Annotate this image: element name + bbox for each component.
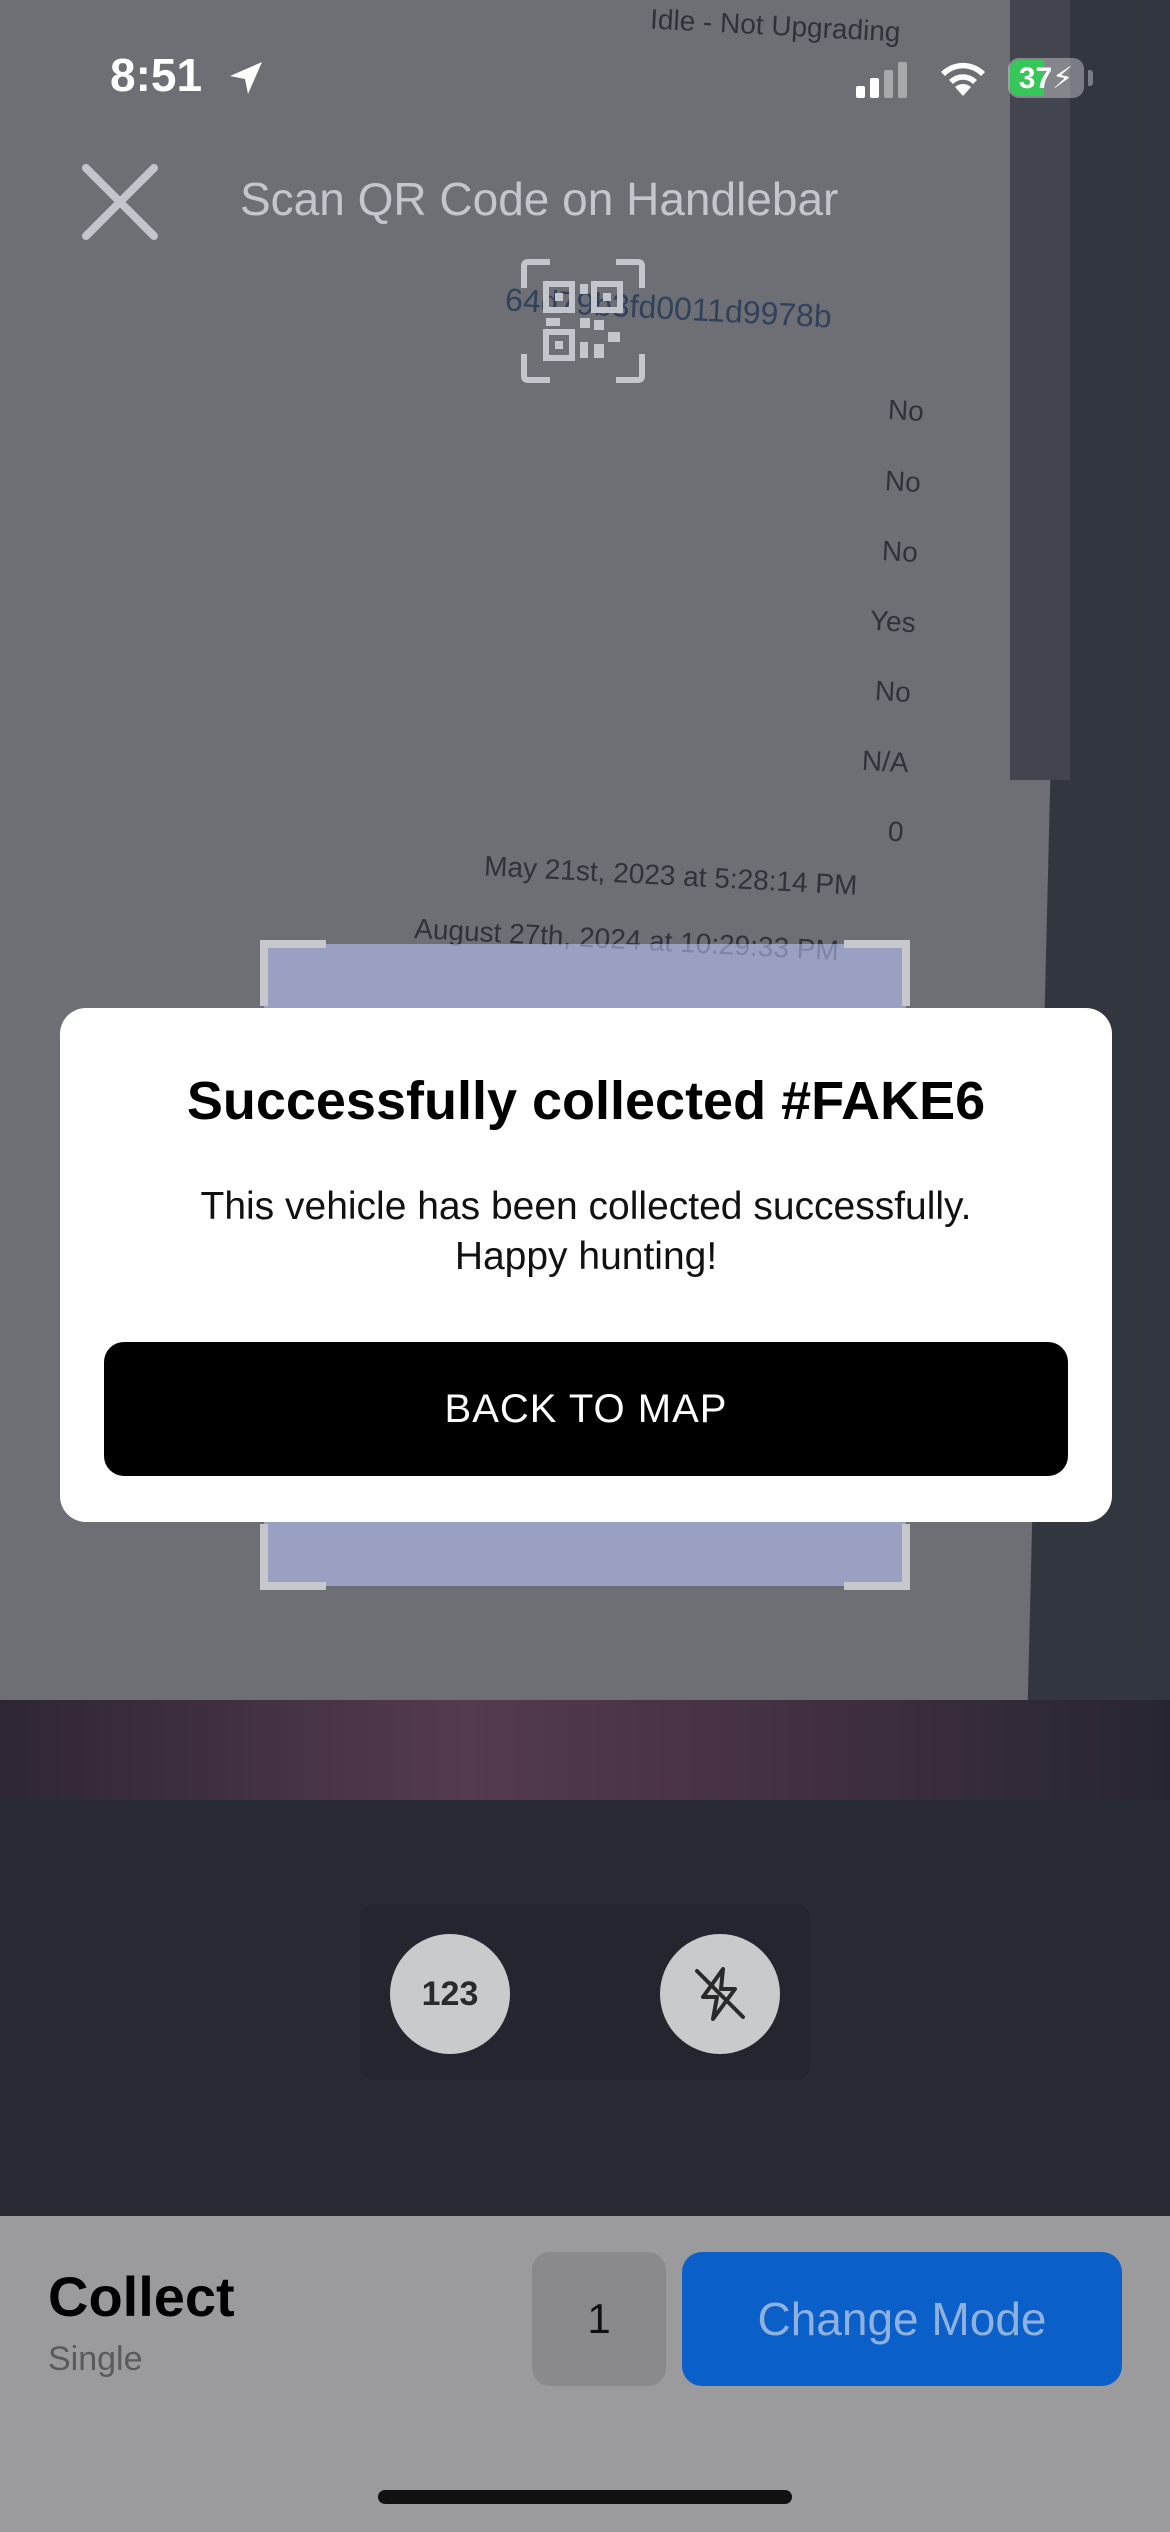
viewfinder-corner [260, 940, 326, 1006]
mode-title: Collect [48, 2265, 235, 2328]
scan-count-badge: 1 [532, 2252, 666, 2386]
battery-charging-icon: 37⚡ [1008, 58, 1084, 98]
flash-toggle-button[interactable] [660, 1934, 780, 2054]
dialog-title: Successfully collected #FAKE6 [186, 1071, 986, 1131]
viewfinder-corner [844, 1524, 910, 1590]
dialog-message: This vehicle has been collected successf… [120, 1182, 1052, 1282]
viewfinder-corner [844, 940, 910, 1006]
wifi-icon [941, 62, 985, 96]
dialog-message-line: This vehicle has been collected successf… [200, 1185, 972, 1228]
camera-controls: 123 [360, 1904, 810, 2080]
change-mode-button[interactable]: Change Mode [682, 2252, 1122, 2386]
page-title: Scan QR Code on Handlebar [240, 173, 839, 225]
viewfinder-corner [260, 1524, 326, 1590]
cellular-signal-icon [856, 62, 907, 98]
home-indicator [378, 2490, 792, 2504]
close-icon[interactable] [78, 160, 162, 244]
mode-subtitle: Single [48, 2340, 143, 2378]
location-arrow-icon [230, 62, 262, 94]
qr-code-icon [521, 259, 645, 383]
status-bar: 8:51 37⚡ [0, 0, 1170, 150]
dialog-message-line: Happy hunting! [454, 1235, 718, 1278]
back-to-map-button[interactable]: BACK TO MAP [104, 1342, 1068, 1476]
success-dialog: Successfully collected #FAKE6 This vehic… [60, 1008, 1112, 1522]
mode-panel: Collect Single 1 Change Mode [0, 2216, 1170, 2532]
battery-nub [1088, 70, 1093, 86]
battery-level: 37 [1018, 62, 1053, 95]
flash-off-icon [695, 1967, 745, 2021]
manual-entry-button[interactable]: 123 [390, 1934, 510, 2054]
status-time: 8:51 [110, 49, 203, 101]
